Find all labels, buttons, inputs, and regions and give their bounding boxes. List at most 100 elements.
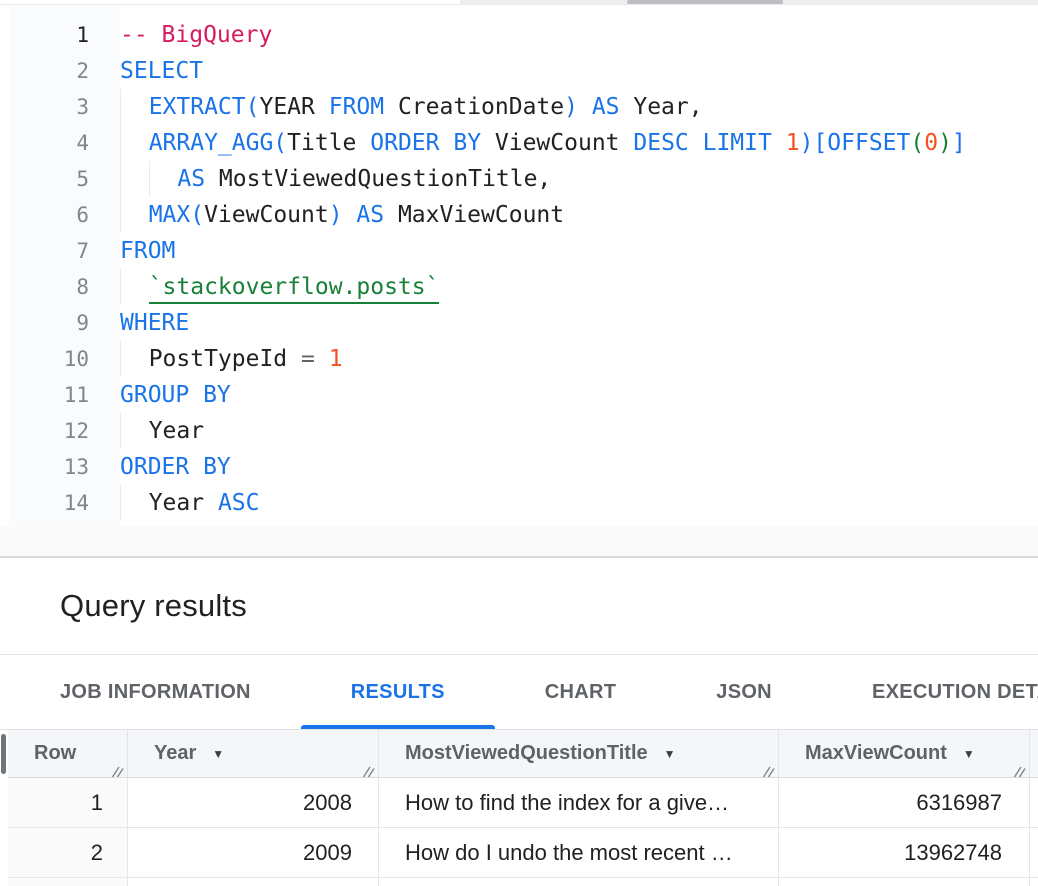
code-token: ASC: [218, 490, 260, 516]
cell-most-viewed-question-title: [379, 878, 779, 886]
table-reference-link[interactable]: `stackoverflow.posts`: [149, 274, 440, 304]
code-line-8[interactable]: `stackoverflow.posts`: [120, 269, 1038, 305]
code-line-13[interactable]: ORDER BY: [120, 449, 1038, 485]
row-filler: [1030, 778, 1038, 827]
tab-json[interactable]: JSON: [666, 655, 822, 729]
editor-line-number-gutter: 1234567891011121314: [9, 5, 120, 526]
cell-row: [8, 878, 128, 886]
editor-results-splitter[interactable]: [0, 526, 1038, 558]
tab-chart[interactable]: CHART: [495, 655, 667, 729]
column-resize-handle-icon[interactable]: [362, 761, 375, 774]
code-line-14[interactable]: Year ASC: [120, 485, 1038, 521]
indent-guide: [120, 413, 149, 449]
code-token: MaxViewCount: [384, 202, 564, 228]
code-token: ARRAY_AGG(: [149, 130, 287, 156]
code-token: ViewCount: [481, 130, 633, 156]
horizontal-scrollbar[interactable]: [460, 0, 1038, 4]
tab-execution-details[interactable]: EXECUTION DETAILS: [822, 655, 1038, 729]
code-line-2[interactable]: SELECT: [120, 53, 1038, 89]
code-token: ViewCount: [204, 202, 329, 228]
code-token: PostTypeId: [149, 346, 301, 372]
code-token: ): [938, 130, 952, 156]
code-token: Title: [287, 130, 370, 156]
code-line-4[interactable]: ARRAY_AGG(Title ORDER BY ViewCount DESC …: [120, 125, 1038, 161]
column-resize-handle-icon[interactable]: [1013, 761, 1026, 774]
code-token: )[OFFSET: [800, 130, 911, 156]
line-number-13: 13: [9, 449, 120, 485]
results-table-body: 12008How to find the index for a give…63…: [8, 778, 1038, 886]
code-token: ) AS: [564, 94, 619, 120]
cell-year: 2009: [128, 828, 379, 877]
column-header-label: MostViewedQuestionTitle: [405, 742, 648, 765]
tab-label: RESULTS: [351, 681, 445, 704]
code-line-1[interactable]: -- BigQuery: [120, 17, 1038, 53]
code-token: SELECT: [120, 58, 203, 84]
code-token: AS: [177, 166, 205, 192]
editor-code-area[interactable]: -- BigQuery SELECT EXTRACT(YEAR FROM Creat…: [120, 5, 1038, 526]
code-token: FROM: [120, 238, 175, 264]
code-token: GROUP BY: [120, 382, 231, 408]
code-token: ]: [952, 130, 966, 156]
code-token: (: [910, 130, 924, 156]
line-number-1: 1: [9, 17, 120, 53]
results-table-header: RowYear▼MostViewedQuestionTitle▼MaxViewC…: [8, 730, 1038, 778]
cell-max-view-count: [779, 878, 1030, 886]
code-token: 0: [924, 130, 938, 156]
column-menu-caret-icon[interactable]: ▼: [664, 748, 676, 760]
line-number-14: 14: [9, 485, 120, 521]
column-header-most-viewed-question-title: MostViewedQuestionTitle ▼: [379, 730, 779, 777]
cell-row: 1: [8, 778, 128, 827]
cell-most-viewed-question-title: How to find the index for a give…: [379, 778, 779, 827]
cell-max-view-count: 13962748: [779, 828, 1030, 877]
indent-guide: [149, 161, 178, 197]
column-header-label: Row: [34, 742, 76, 765]
code-token: ORDER BY: [120, 454, 231, 480]
code-line-7[interactable]: FROM: [120, 233, 1038, 269]
code-token: ) AS: [329, 202, 384, 228]
line-number-8: 8: [9, 269, 120, 305]
query-results-title: Query results: [60, 588, 247, 624]
column-header-year: Year ▼: [128, 730, 379, 777]
column-header-max-view-count: MaxViewCount▼: [779, 730, 1030, 777]
code-line-3[interactable]: EXTRACT(YEAR FROM CreationDate) AS Year,: [120, 89, 1038, 125]
horizontal-scrollbar-thumb[interactable]: [627, 0, 783, 4]
cell-max-view-count: 6316987: [779, 778, 1030, 827]
code-token: 1: [786, 130, 800, 156]
code-line-5[interactable]: AS MostViewedQuestionTitle,: [120, 161, 1038, 197]
row-filler: [1030, 878, 1038, 886]
line-number-7: 7: [9, 233, 120, 269]
code-line-12[interactable]: Year: [120, 413, 1038, 449]
column-resize-handle-icon[interactable]: [762, 761, 775, 774]
code-line-10[interactable]: PostTypeId = 1: [120, 341, 1038, 377]
line-number-10: 10: [9, 341, 120, 377]
tab-results[interactable]: RESULTS: [301, 655, 495, 729]
query-results-header: Query results: [0, 558, 1038, 655]
code-token: WHERE: [120, 310, 189, 336]
code-line-6[interactable]: MAX(ViewCount) AS MaxViewCount: [120, 197, 1038, 233]
code-line-9[interactable]: WHERE: [120, 305, 1038, 341]
tab-job-information[interactable]: JOB INFORMATION: [10, 655, 301, 729]
tab-label: CHART: [545, 681, 617, 704]
column-header-row: Row: [8, 730, 128, 777]
column-header-label: Year: [154, 742, 196, 765]
sql-editor[interactable]: 1234567891011121314 -- BigQuerySELECTEXT…: [0, 5, 1038, 526]
indent-guide: [120, 89, 149, 125]
table-row-2: 22009How do I undo the most recent …1396…: [8, 828, 1038, 878]
column-menu-caret-icon[interactable]: ▼: [963, 748, 975, 760]
indent-guide: [120, 485, 149, 521]
table-vertical-scrollbar-thumb[interactable]: [1, 734, 6, 774]
indent-guide: [120, 269, 149, 305]
code-token: Year: [149, 490, 218, 516]
code-token: Year,: [620, 94, 703, 120]
code-token: YEAR: [259, 94, 328, 120]
code-token: MAX(: [149, 202, 204, 228]
code-token: ORDER BY: [370, 130, 481, 156]
column-menu-caret-icon[interactable]: ▼: [212, 748, 224, 760]
column-resize-handle-icon[interactable]: [111, 761, 124, 774]
results-table: RowYear▼MostViewedQuestionTitle▼MaxViewC…: [8, 730, 1038, 886]
code-token: -- BigQuery: [120, 22, 272, 48]
results-tabbar: JOB INFORMATION RESULTS CHART JSONEXECUTION…: [0, 655, 1038, 730]
code-token: EXTRACT(: [149, 94, 260, 120]
code-line-11[interactable]: GROUP BY: [120, 377, 1038, 413]
row-filler: [1030, 828, 1038, 877]
